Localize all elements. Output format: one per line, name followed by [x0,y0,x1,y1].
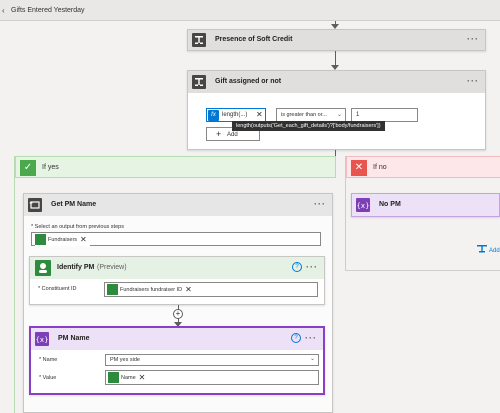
step-pm-name[interactable]: {x} PM Name ? ··· * Name PM yes side ⌄ *… [29,326,325,395]
add-label: Add [227,132,238,138]
expression-chip-label: length(...) [222,112,248,118]
branch-title: If yes [42,164,59,171]
remove-icon[interactable]: ✕ [80,235,87,244]
condition-operator-select[interactable]: is greater than or... ⌄ [276,108,346,122]
tag-label: Fundraisers fundraiser ID [120,286,183,293]
dynamic-content-tag[interactable]: Name ✕ [108,371,149,384]
plus-icon: + [216,129,222,139]
constituent-id-input[interactable]: Fundraisers fundraiser ID ✕ [104,282,318,297]
branch-title: If no [373,164,387,171]
more-options-icon[interactable]: ··· [467,34,479,44]
step-presence-of-soft-credit[interactable]: Presence of Soft Credit ··· [187,29,486,51]
svg-text:{x}: {x} [356,202,369,210]
tag-label: Fundraisers [48,236,78,243]
condition-left-operand[interactable]: fx length(...) ✕ [206,108,266,122]
more-options-icon[interactable]: ··· [314,199,326,209]
branch-if-yes-header[interactable]: ✓ If yes [15,156,336,178]
remove-icon[interactable]: ✕ [139,373,146,382]
remove-icon[interactable]: ✕ [256,110,263,119]
remove-icon[interactable]: ✕ [185,285,192,294]
step-no-pm[interactable]: {x} No PM [351,193,500,217]
variable-icon: {x} [356,198,370,212]
variable-icon: {x} [35,332,49,346]
dynamic-content-tag[interactable]: Fundraisers fundraiser ID ✕ [107,283,195,296]
expression-icon: fx [208,110,219,121]
operator-value: is greater than or... [281,112,327,118]
value-label: * Value [39,375,57,381]
more-options-icon[interactable]: ··· [305,333,317,343]
preview-badge: (Preview) [97,264,127,271]
select-output-input[interactable]: Fundraisers ✕ [31,232,321,246]
step-title: Presence of Soft Credit [215,36,293,43]
name-value: PM yes side [110,357,140,363]
insert-step-plus-icon[interactable]: + [173,309,183,319]
step-title: No PM [379,201,401,208]
blackbaud-icon [108,372,119,383]
chevron-down-icon: ⌄ [336,112,342,118]
condition-value-input[interactable]: 1 [351,108,418,122]
step-title: Identify PM [57,264,95,271]
tag-label: Name [121,374,136,381]
identify-icon [35,260,51,276]
add-action-icon[interactable] [477,245,487,253]
step-gift-assigned-or-not[interactable]: Gift assigned or not ··· fx length(...) … [187,70,486,150]
close-icon: ✕ [351,160,367,176]
branch-if-no-header[interactable]: ✕ If no [346,156,500,178]
check-icon: ✓ [20,160,36,176]
help-icon[interactable]: ? [292,262,302,272]
more-options-icon[interactable]: ··· [306,262,318,272]
dynamic-content-tag[interactable]: Fundraisers ✕ [35,233,90,246]
constituent-id-label: * Constituent ID [38,286,77,292]
chevron-left-icon[interactable]: ‹ [2,6,5,15]
svg-text:{x}: {x} [35,336,48,344]
step-title: Get PM Name [51,201,97,208]
name-label: * Name [39,357,58,363]
value-text: 1 [356,112,360,118]
step-title: Gift assigned or not [215,78,282,85]
variable-value-input[interactable]: Name ✕ [105,370,319,385]
condition-icon [192,33,206,47]
more-options-icon[interactable]: ··· [467,76,479,86]
condition-icon [192,75,206,89]
loop-icon [28,198,42,212]
blackbaud-icon [35,234,46,245]
step-title: PM Name [58,335,90,342]
blackbaud-icon [107,284,118,295]
add-action-label[interactable]: Add [489,248,500,254]
flow-title-bar[interactable]: ‹ Gifts Entered Yesterday [0,0,500,21]
step-identify-pm[interactable]: Identify PM (Preview) ? ··· * Constituen… [29,256,325,305]
expression-tooltip: length(outputs('Get_each_gift_details')?… [232,121,385,131]
variable-name-select[interactable]: PM yes side ⌄ [105,354,319,366]
select-output-label: * Select an output from previous steps [31,224,124,230]
chevron-down-icon: ⌄ [309,356,315,362]
flow-title: Gifts Entered Yesterday [11,7,85,14]
help-icon[interactable]: ? [291,333,301,343]
